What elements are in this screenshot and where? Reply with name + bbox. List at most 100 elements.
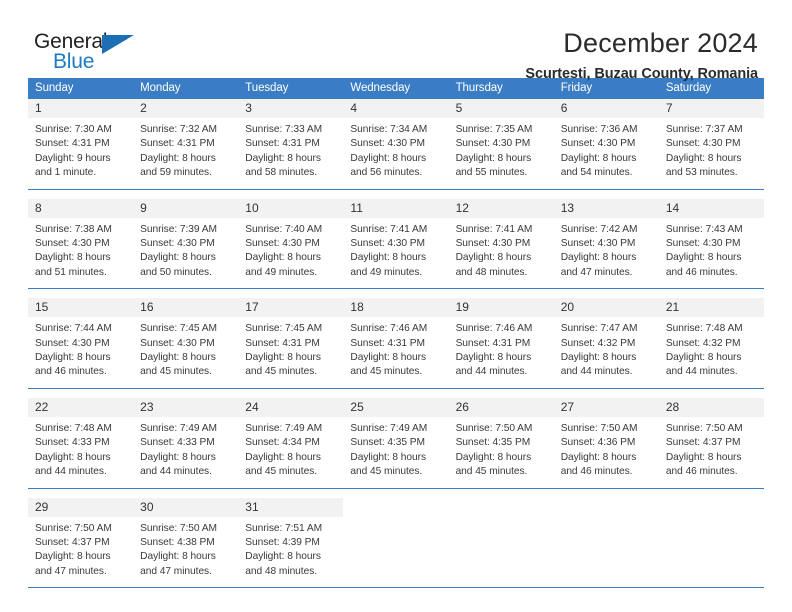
sunset-text: Sunset: 4:32 PM [560,337,636,349]
day-cell[interactable]: 2 Sunrise: 7:32 AM Sunset: 4:31 PM Daylight… [133,99,239,189]
daylight-text-line2: and 46 minutes. [665,466,738,478]
day-details: Sunrise: 7:51 AM Sunset: 4:39 PM Daylight:… [238,517,343,588]
day-cell[interactable]: 30 Sunrise: 7:50 AM Sunset: 4:38 PM Dayligh… [133,497,239,588]
sunset-text: Sunset: 4:37 PM [35,536,110,548]
day-cell[interactable]: 11 Sunrise: 7:41 AM Sunset: 4:30 PM Dayligh… [343,198,449,289]
day-cell[interactable]: 27 Sunrise: 7:50 AM Sunset: 4:36 PM Dayligh… [553,397,659,488]
sunrise-text: Sunrise: 7:51 AM [245,522,323,534]
week-row: 15 Sunrise: 7:44 AM Sunset: 4:30 PM Dayligh… [28,298,764,389]
day-cell[interactable]: 12 Sunrise: 7:41 AM Sunset: 4:30 PM Dayligh… [448,198,554,289]
day-cell[interactable]: 13 Sunrise: 7:42 AM Sunset: 4:30 PM Dayligh… [553,198,659,289]
day-number: 23 [133,397,239,417]
day-cell[interactable]: 28 Sunrise: 7:50 AM Sunset: 4:37 PM Dayligh… [658,397,764,488]
day-details: Sunrise: 7:49 AM Sunset: 4:34 PM Daylight:… [238,417,343,488]
sunrise-text: Sunrise: 7:48 AM [35,422,112,434]
day-number: 17 [238,298,344,318]
day-cell[interactable]: 6 Sunrise: 7:36 AM Sunset: 4:30 PM Daylight… [553,99,659,189]
week-row: 8 Sunrise: 7:38 AM Sunset: 4:30 PM Daylight… [28,198,764,290]
day-cell[interactable]: 15 Sunrise: 7:44 AM Sunset: 4:30 PM Dayligh… [28,298,134,388]
daylight-text-line1: Daylight: 8 hours [665,152,742,164]
sunrise-text: Sunrise: 7:30 AM [35,124,112,135]
day-cell[interactable]: 3 Sunrise: 7:33 AM Sunset: 4:31 PM Daylight… [238,99,344,189]
sunset-text: Sunset: 4:31 PM [245,138,320,150]
week-spacer [28,289,764,299]
sunset-text: Sunset: 4:30 PM [140,337,215,349]
weekday-thursday: Thursday [455,82,503,94]
day-number [448,497,554,517]
day-cell[interactable]: 10 Sunrise: 7:40 AM Sunset: 4:30 PM Dayligh… [238,198,344,289]
daylight-text-line2: and 47 minutes. [140,565,212,577]
week-spacer [28,388,764,398]
daylight-text-line2: and 45 minutes. [350,466,423,478]
sunset-text: Sunset: 4:31 PM [245,337,320,349]
daylight-text-line2: and 53 minutes. [665,167,738,179]
sunset-text: Sunset: 4:30 PM [350,238,425,250]
daylight-text-line1: Daylight: 8 hours [665,451,742,463]
day-cell[interactable]: 1 Sunrise: 7:30 AM Sunset: 4:31 PM Daylight… [28,99,134,189]
day-number: 19 [448,298,554,318]
weekday-saturday: Saturday [665,82,712,94]
day-cell[interactable]: 21 Sunrise: 7:48 AM Sunset: 4:32 PM Dayligh… [658,298,764,388]
logo-text-blue: Blue [53,50,95,73]
day-cell[interactable]: 19 Sunrise: 7:46 AM Sunset: 4:31 PM Dayligh… [448,298,554,388]
day-cell[interactable]: 31 Sunrise: 7:51 AM Sunset: 4:39 PM Dayligh… [238,497,344,588]
sunset-text: Sunset: 4:33 PM [35,437,110,449]
day-cell[interactable]: 5 Sunrise: 7:35 AM Sunset: 4:30 PM Daylight… [448,99,554,189]
daylight-text-line2: and 56 minutes. [350,167,423,179]
daylight-text-line1: Daylight: 8 hours [140,451,216,463]
day-details: Sunrise: 7:49 AM Sunset: 4:33 PM Daylight:… [133,417,238,488]
day-number [658,497,764,517]
day-details: Sunrise: 7:50 AM Sunset: 4:35 PM Daylight:… [449,417,554,488]
day-number: 10 [238,198,344,218]
day-cell[interactable]: 29 Sunrise: 7:50 AM Sunset: 4:37 PM Dayligh… [28,497,134,588]
day-cell[interactable]: 8 Sunrise: 7:38 AM Sunset: 4:30 PM Daylight… [28,198,134,289]
daylight-text-line2: and 46 minutes. [560,466,633,478]
day-cell[interactable]: 25 Sunrise: 7:49 AM Sunset: 4:35 PM Dayligh… [343,397,449,488]
day-details: Sunrise: 7:35 AM Sunset: 4:30 PM Daylight:… [449,118,554,189]
sunset-text: Sunset: 4:31 PM [350,337,425,349]
day-cell[interactable]: 26 Sunrise: 7:50 AM Sunset: 4:35 PM Dayligh… [448,397,554,488]
daylight-text-line1: Daylight: 8 hours [455,252,532,264]
sunset-text: Sunset: 4:36 PM [560,437,636,449]
day-cell[interactable]: 20 Sunrise: 7:47 AM Sunset: 4:32 PM Dayligh… [553,298,659,388]
day-details: Sunrise: 7:50 AM Sunset: 4:38 PM Daylight:… [133,517,238,588]
calendar-page: General Blue December 2024 Scurtesti, Bu… [0,0,792,612]
day-cell[interactable]: 24 Sunrise: 7:49 AM Sunset: 4:34 PM Dayligh… [238,397,344,488]
daylight-text-line1: Daylight: 8 hours [560,252,637,264]
daylight-text-line1: Daylight: 8 hours [350,352,427,364]
daylight-text-line1: Daylight: 8 hours [245,152,321,164]
sunset-text: Sunset: 4:30 PM [665,138,741,150]
day-number: 13 [553,198,659,218]
weekday-tuesday: Tuesday [245,82,289,94]
daylight-text-line2: and 47 minutes. [35,565,107,577]
sunset-text: Sunset: 4:31 PM [35,138,110,150]
day-cell[interactable]: 17 Sunrise: 7:45 AM Sunset: 4:31 PM Dayligh… [238,298,344,388]
day-cell[interactable]: 7 Sunrise: 7:37 AM Sunset: 4:30 PM Daylight… [658,99,764,189]
day-details: Sunrise: 7:47 AM Sunset: 4:32 PM Daylight:… [554,317,659,388]
day-details [343,517,448,588]
day-details [659,517,764,588]
sunset-text: Sunset: 4:30 PM [455,238,531,250]
day-cell[interactable]: 4 Sunrise: 7:34 AM Sunset: 4:30 PM Daylight… [343,99,449,189]
day-cell[interactable]: 22 Sunrise: 7:48 AM Sunset: 4:33 PM Dayligh… [28,397,134,488]
sunset-text: Sunset: 4:34 PM [245,437,320,449]
day-cell[interactable]: 16 Sunrise: 7:45 AM Sunset: 4:30 PM Dayligh… [133,298,239,388]
sunrise-text: Sunrise: 7:34 AM [350,124,428,135]
day-number: 31 [238,497,344,517]
day-cell[interactable]: 14 Sunrise: 7:43 AM Sunset: 4:30 PM Dayligh… [658,198,764,289]
sunrise-text: Sunrise: 7:36 AM [560,124,638,135]
week-spacer [28,189,764,199]
day-details: Sunrise: 7:33 AM Sunset: 4:31 PM Daylight:… [238,118,343,189]
day-cell[interactable]: 9 Sunrise: 7:39 AM Sunset: 4:30 PM Daylight… [133,198,239,289]
day-cell[interactable]: 18 Sunrise: 7:46 AM Sunset: 4:31 PM Dayligh… [343,298,449,388]
general-blue-logo[interactable]: General Blue [34,28,154,76]
day-details: Sunrise: 7:46 AM Sunset: 4:31 PM Daylight:… [449,317,554,388]
day-details: Sunrise: 7:32 AM Sunset: 4:31 PM Daylight:… [133,118,238,189]
sunset-text: Sunset: 4:30 PM [35,337,110,349]
daylight-text-line1: Daylight: 8 hours [140,152,216,164]
daylight-text-line2: and 45 minutes. [140,366,212,378]
day-cell[interactable]: 23 Sunrise: 7:49 AM Sunset: 4:33 PM Dayligh… [133,397,239,488]
day-number: 6 [553,99,659,118]
sunset-text: Sunset: 4:30 PM [140,238,215,250]
daylight-text-line1: Daylight: 8 hours [665,352,742,364]
